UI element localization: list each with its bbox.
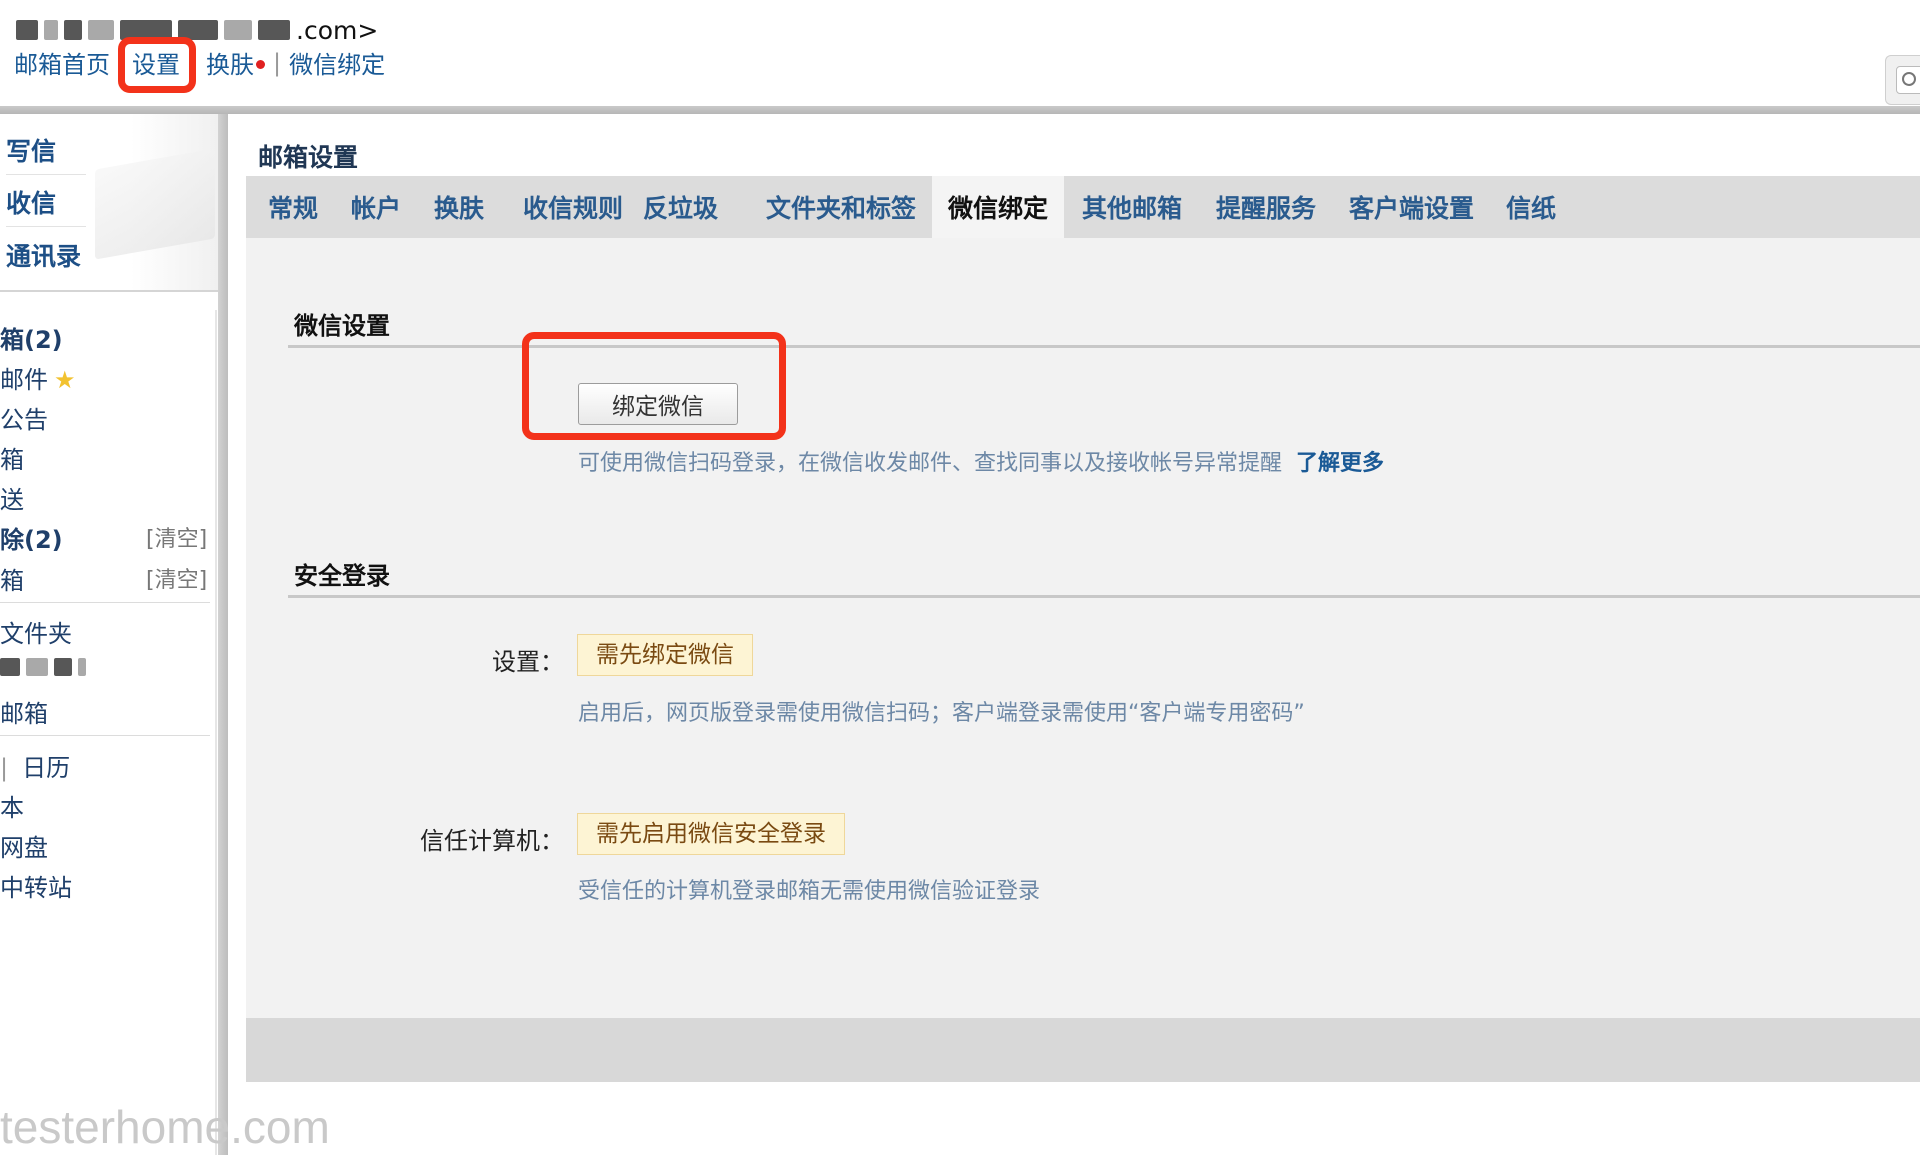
tab-skin[interactable]: 换肤 [434,176,484,238]
nav-separator: | [273,48,282,77]
tab-receive-rules[interactable]: 收信规则 [523,176,623,238]
envelope-decoration-icon [95,148,215,260]
folder-list: 箱(2) 邮件 ★ 公告 箱 送 除(2) [清空] 箱 [清空] 文件夹 邮箱 … [0,310,217,1155]
redacted-text [88,20,114,40]
setting-hint: 启用后，网页版登录需使用微信扫码；客户端登录需使用“客户端专用密码” [578,701,1305,726]
trusted-computer-label: 信任计算机： [420,827,564,855]
section-divider [288,595,1920,598]
redacted-text [0,658,20,676]
redacted-text [64,20,82,40]
learn-more-link[interactable]: 了解更多 [1296,451,1384,476]
tab-general[interactable]: 常规 [268,176,318,238]
tab-account[interactable]: 帐户 [351,176,401,238]
folder-sent[interactable]: 送 [0,480,24,515]
account-suffix: .com> [296,15,379,45]
wechat-hint: 可使用微信扫码登录，在微信收发邮件、查找同事以及接收帐号异常提醒 了解更多 [578,445,1384,477]
folder-deleted[interactable]: 除(2) [0,520,63,555]
transfer-link[interactable]: 中转站 [0,868,72,903]
footer-band [246,1018,1920,1082]
calendar-row: | 日历 [0,748,70,783]
calendar-separator: | [0,754,9,782]
folder-other-mail[interactable]: 邮箱 [0,694,48,729]
trusted-computer-status-badge: 需先启用微信安全登录 [577,813,845,855]
folder-starred[interactable]: 邮件 ★ [0,360,76,395]
folder-inbox[interactable]: 箱(2) [0,320,63,355]
folder-notice[interactable]: 公告 [0,400,48,435]
setting-status-badge: 需先绑定微信 [577,634,753,676]
notepad-link[interactable]: 本 [0,788,24,823]
top-header: .com> 邮箱首页 设置 换肤 | 微信绑定 [0,0,1920,105]
search-box[interactable] [1885,55,1920,105]
tab-wechat-bind[interactable]: 微信绑定 [932,176,1065,238]
security-section-title: 安全登录 [294,562,390,590]
wechat-section-title: 微信设置 [294,312,390,340]
settings-tabs: 常规 帐户 换肤 收信规则 反垃圾 文件夹和标签 微信绑定 其他邮箱 提醒服务 … [246,176,1920,238]
folder-drafts[interactable]: 箱 [0,440,24,475]
setting-label: 设置： [492,648,564,676]
tab-stationery[interactable]: 信纸 [1506,176,1556,238]
clear-trash-link[interactable]: [清空] [146,562,207,594]
settings-main: 邮箱设置 常规 帐户 换肤 收信规则 反垃圾 文件夹和标签 微信绑定 其他邮箱 … [228,114,1920,1155]
nav-wechat-bind-link[interactable]: 微信绑定 [289,45,385,80]
page-title: 邮箱设置 [258,143,359,172]
folder-my-folders[interactable]: 文件夹 [0,614,72,649]
highlight-box-bind-button [522,332,786,440]
header-divider [0,106,1920,114]
redacted-text [78,658,86,676]
quick-actions-panel: 写信 收信 通讯录 [0,114,219,292]
folder-starred-label: 邮件 [0,366,48,394]
redacted-text [44,20,58,40]
divider [0,602,210,603]
account-email: .com> [16,12,378,48]
compose-link[interactable]: 写信 [6,132,86,175]
star-icon: ★ [54,366,76,394]
redacted-text [224,20,252,40]
watermark: testerhome.com [0,1101,330,1153]
folder-custom[interactable] [0,654,92,682]
wechat-hint-text: 可使用微信扫码登录，在微信收发邮件、查找同事以及接收帐号异常提醒 [578,451,1283,476]
tab-folders-labels[interactable]: 文件夹和标签 [766,176,916,238]
tab-other-mail[interactable]: 其他邮箱 [1082,176,1182,238]
tab-client-settings[interactable]: 客户端设置 [1349,176,1474,238]
clear-deleted-link[interactable]: [清空] [146,521,207,553]
receive-link[interactable]: 收信 [6,184,86,227]
top-nav: 邮箱首页 设置 换肤 | 微信绑定 [14,45,385,80]
sidebar-splitter[interactable] [218,114,228,1155]
redacted-text [26,658,48,676]
redacted-text [16,20,38,40]
redacted-text [258,20,290,40]
divider [0,735,210,736]
search-icon [1902,72,1916,86]
notification-dot [256,60,265,69]
nav-home-link[interactable]: 邮箱首页 [14,45,110,80]
highlight-box-settings [118,37,196,93]
folder-trash[interactable]: 箱 [0,561,24,596]
calendar-link[interactable]: 日历 [22,754,70,782]
tab-anti-spam[interactable]: 反垃圾 [643,176,718,238]
sidebar: 写信 收信 通讯录 箱(2) 邮件 ★ 公告 箱 送 除(2) [清空] 箱 [清… [0,114,220,1155]
trusted-computer-hint: 受信任的计算机登录邮箱无需使用微信验证登录 [578,879,1041,904]
netdisk-link[interactable]: 网盘 [0,828,48,863]
wechat-settings-panel: 微信设置 绑定微信 可使用微信扫码登录，在微信收发邮件、查找同事以及接收帐号异常… [246,238,1920,1018]
tab-reminders[interactable]: 提醒服务 [1216,176,1316,238]
nav-skin-link[interactable]: 换肤 [206,45,254,80]
contacts-link[interactable]: 通讯录 [6,237,86,279]
redacted-text [54,658,72,676]
